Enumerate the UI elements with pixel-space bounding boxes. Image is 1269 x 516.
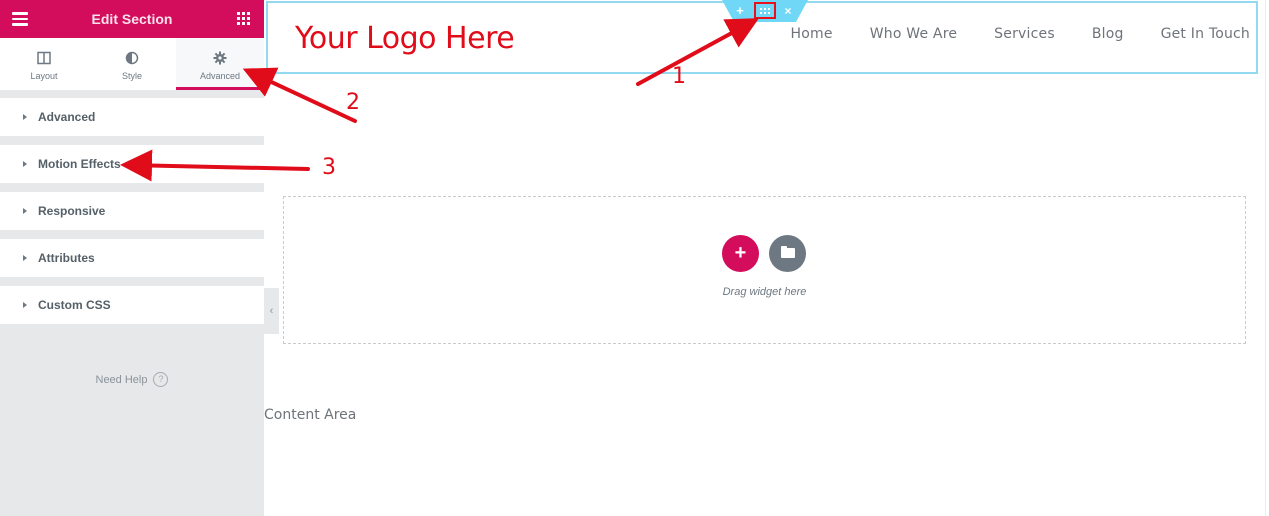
caret-right-icon xyxy=(23,161,27,167)
nav-get-in-touch[interactable]: Get In Touch xyxy=(1161,26,1250,42)
main-nav: Home Who We Are Services Blog Get In Tou… xyxy=(754,26,1250,42)
need-help-link[interactable]: Need Help ? xyxy=(0,372,264,387)
layout-columns-icon xyxy=(37,51,51,65)
tab-layout[interactable]: Layout xyxy=(0,38,88,90)
tab-advanced[interactable]: Advanced xyxy=(176,38,264,90)
grid-icon[interactable] xyxy=(237,12,250,25)
section-advanced[interactable]: Advanced xyxy=(0,98,264,136)
caret-right-icon xyxy=(23,255,27,261)
add-template-button[interactable] xyxy=(769,235,806,272)
section-responsive[interactable]: Responsive xyxy=(0,192,264,230)
nav-home[interactable]: Home xyxy=(791,26,833,42)
section-label: Motion Effects xyxy=(38,157,121,171)
section-label: Custom CSS xyxy=(38,298,111,312)
site-logo[interactable]: Your Logo Here xyxy=(295,21,515,56)
tab-label: Layout xyxy=(30,71,58,81)
panel-title: Edit Section xyxy=(91,11,173,27)
elementor-editor: Edit Section Layout Style Advanced Advan… xyxy=(0,0,1269,516)
delete-section-button[interactable]: × xyxy=(779,3,797,19)
dropzone-buttons: + xyxy=(722,235,806,272)
section-toolbar: + × xyxy=(722,0,808,22)
section-attributes[interactable]: Attributes xyxy=(0,239,264,277)
drag-dots-icon xyxy=(760,8,771,14)
section-label: Advanced xyxy=(38,110,96,124)
editor-panel: Edit Section Layout Style Advanced Advan… xyxy=(0,0,264,516)
annotation-label-3: 3 xyxy=(322,155,336,180)
panel-sections: Advanced Motion Effects Responsive Attri… xyxy=(0,98,264,333)
section-motion-effects[interactable]: Motion Effects xyxy=(0,145,264,183)
nav-services[interactable]: Services xyxy=(994,26,1055,42)
half-circle-icon xyxy=(125,51,139,65)
annotation-label-2: 2 xyxy=(346,90,360,115)
section-move-handle[interactable] xyxy=(754,2,776,19)
widget-dropzone[interactable]: + Drag widget here xyxy=(283,196,1246,344)
nav-blog[interactable]: Blog xyxy=(1092,26,1124,42)
tab-style[interactable]: Style xyxy=(88,38,176,90)
add-section-button[interactable]: + xyxy=(731,3,749,19)
need-help-label: Need Help xyxy=(95,373,148,386)
caret-right-icon xyxy=(23,208,27,214)
preview-canvas: Your Logo Here Home Who We Are Services … xyxy=(264,0,1269,516)
tab-label: Advanced xyxy=(199,71,241,81)
section-label: Attributes xyxy=(38,251,95,265)
gear-icon xyxy=(213,51,227,65)
add-widget-button[interactable]: + xyxy=(722,235,759,272)
section-custom-css[interactable]: Custom CSS xyxy=(0,286,264,324)
dropzone-hint: Drag widget here xyxy=(722,286,807,298)
nav-who-we-are[interactable]: Who We Are xyxy=(870,26,957,42)
caret-right-icon xyxy=(23,114,27,120)
collapse-panel-button[interactable]: ‹ xyxy=(264,288,279,334)
caret-right-icon xyxy=(23,302,27,308)
content-area-label: Content Area xyxy=(264,407,357,423)
canvas-edge xyxy=(1265,0,1266,516)
tab-label: Style xyxy=(121,71,142,81)
panel-header: Edit Section xyxy=(0,0,264,38)
panel-tabs: Layout Style Advanced xyxy=(0,38,264,90)
question-circle-icon: ? xyxy=(153,372,169,387)
folder-icon xyxy=(781,246,795,258)
section-label: Responsive xyxy=(38,204,106,218)
annotation-label-1: 1 xyxy=(672,64,686,89)
